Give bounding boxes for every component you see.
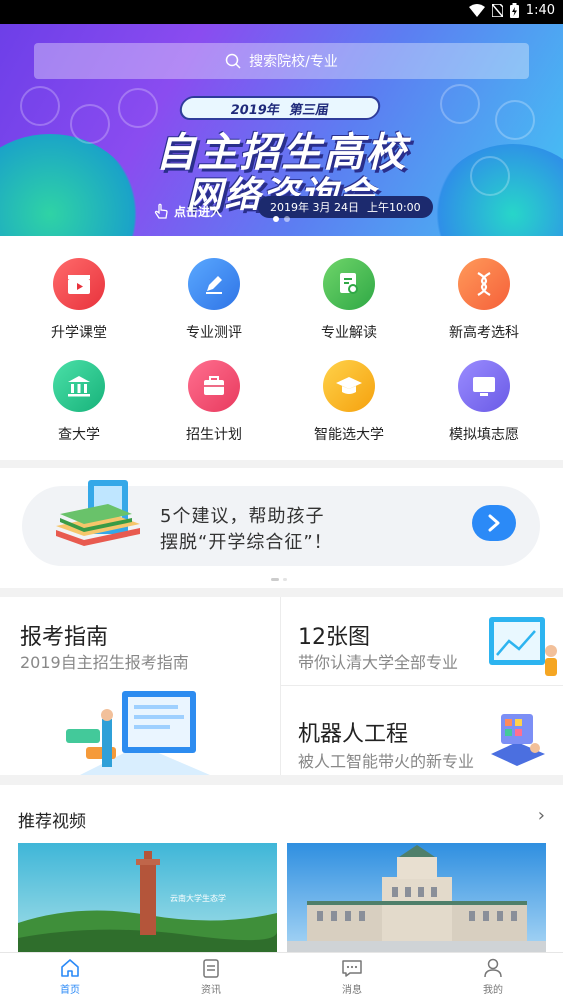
banner-enter-label: 点击进入	[174, 204, 223, 219]
guide-right-bottom-subtitle: 被人工智能带火的新专业	[298, 752, 475, 771]
tap-hand-icon	[154, 203, 168, 219]
tab-profile[interactable]: 我的	[423, 957, 563, 996]
banner-pill-year: 2019年	[229, 102, 282, 118]
video-thumbnail-caption: 云南大学生态学	[170, 893, 226, 903]
search-input[interactable]: 搜索院校/专业	[34, 43, 529, 79]
hero-banner[interactable]: 搜索院校/专业 2019年 第三届 自主招生高校 网络咨询会 点击进入 2019…	[0, 24, 563, 236]
grid-item-enrollment-plan[interactable]: 招生计划	[164, 360, 264, 444]
promo-arrow-button[interactable]	[472, 505, 516, 541]
banner-pill-session: 第三届	[288, 102, 331, 118]
grid-item-label: 专业测评	[186, 325, 242, 341]
carousel-dot	[284, 216, 290, 222]
robot-illustration	[491, 714, 545, 766]
briefcase-icon	[188, 360, 240, 412]
grid-item-label: 招生计划	[186, 427, 242, 443]
tab-label: 我的	[483, 985, 503, 996]
university-building-icon	[53, 360, 105, 412]
status-time: 1:40	[525, 3, 555, 18]
grid-item-course[interactable]: 升学课堂	[29, 258, 129, 342]
video-thumbnail-image: 云南大学生态学	[18, 843, 277, 952]
guide-card-12-charts[interactable]: 12张图 带你认清大学全部专业	[281, 597, 563, 685]
guide-left-title: 报考指南	[20, 625, 109, 650]
section-heading: 推荐视频	[18, 812, 86, 832]
tab-news[interactable]: 资讯	[141, 957, 281, 996]
banner-time-text: 上午10:00	[366, 201, 421, 214]
banner-date-text: 2019年 3月 24日	[270, 201, 359, 214]
banner-date: 2019年 3月 24日 上午10:00	[258, 196, 433, 218]
grid-item-smart-select[interactable]: 智能选大学	[299, 360, 399, 444]
grid-item-label: 模拟填志愿	[449, 427, 519, 443]
pencil-icon	[188, 258, 240, 310]
guide-left-subtitle: 2019自主招生报考指南	[20, 653, 189, 672]
carousel-dot-active	[273, 216, 279, 222]
banner-enter-button[interactable]: 点击进入	[152, 202, 222, 220]
tab-messages[interactable]: 消息	[282, 957, 422, 996]
grid-item-label: 新高考选科	[449, 325, 519, 341]
grid-item-major-interpretation[interactable]: 专业解读	[299, 258, 399, 342]
guide-right-bottom-title: 机器人工程	[298, 722, 409, 747]
video-clapper-icon	[53, 258, 105, 310]
books-illustration	[56, 480, 140, 546]
search-icon	[225, 53, 241, 69]
home-icon	[61, 959, 79, 977]
guide-right-top-title: 12张图	[298, 625, 370, 650]
grid-item-assessment[interactable]: 专业测评	[164, 258, 264, 342]
battery-charging-icon	[509, 3, 519, 18]
chevron-right-icon[interactable]: ›	[538, 805, 545, 826]
grid-item-label: 智能选大学	[314, 427, 384, 443]
presentation-illustration	[489, 617, 557, 676]
wifi-icon	[468, 4, 485, 17]
tab-label: 消息	[342, 985, 362, 996]
grid-item-new-gaokao[interactable]: 新高考选科	[434, 258, 534, 342]
seal-decor	[440, 84, 480, 124]
feature-grid: 升学课堂 专业测评 专业解读 新高考选科 查大学 招生计划 智能选大学 模拟填志…	[0, 236, 563, 460]
no-sim-icon	[491, 4, 503, 17]
promo-text: 5个建议，帮助孩子 摆脱“开学综合征”！	[160, 504, 333, 556]
video-thumbnail-1[interactable]: 云南大学生态学	[18, 843, 277, 952]
guide-right-top-subtitle: 带你认清大学全部专业	[298, 653, 459, 672]
tab-label: 首页	[60, 985, 80, 996]
tab-home[interactable]: 首页	[0, 957, 140, 996]
dna-icon	[458, 258, 510, 310]
recommended-videos-section: 推荐视频 › 云南大学生态学	[0, 785, 563, 952]
banner-pill: 2019年 第三届	[177, 96, 383, 120]
guide-illustration	[66, 691, 210, 775]
news-icon	[203, 959, 219, 978]
user-icon	[484, 958, 502, 978]
message-icon	[342, 960, 362, 977]
grid-item-find-university[interactable]: 查大学	[29, 360, 129, 444]
status-bar: 1:40	[0, 0, 563, 24]
grid-item-mock-application[interactable]: 模拟填志愿	[434, 360, 534, 444]
graduation-cap-icon	[323, 360, 375, 412]
search-placeholder: 搜索院校/专业	[249, 54, 338, 70]
grid-item-label: 升学课堂	[51, 325, 107, 341]
grid-item-label: 专业解读	[321, 325, 377, 341]
video-thumbnail-2[interactable]	[287, 843, 546, 952]
promo-carousel-dots	[271, 578, 287, 581]
grid-item-label: 查大学	[58, 427, 100, 443]
chevron-right-icon	[488, 514, 500, 532]
video-thumbnail-image	[287, 843, 546, 952]
guide-card-robotics[interactable]: 机器人工程 被人工智能带火的新专业	[281, 686, 563, 775]
monitor-icon	[458, 360, 510, 412]
guide-card-left[interactable]: 报考指南 2019自主招生报考指南	[0, 597, 280, 775]
document-search-icon	[323, 258, 375, 310]
promo-line2: 摆脱“开学综合征”！	[160, 532, 333, 553]
bottom-tab-bar: 首页 资讯 消息 我的	[0, 952, 563, 1000]
promo-line1: 5个建议，帮助孩子	[160, 506, 325, 527]
guide-section: 报考指南 2019自主招生报考指南 12张图 带你认清大学全部专业 机器人工程 …	[0, 597, 563, 775]
tab-label: 资讯	[201, 985, 221, 996]
